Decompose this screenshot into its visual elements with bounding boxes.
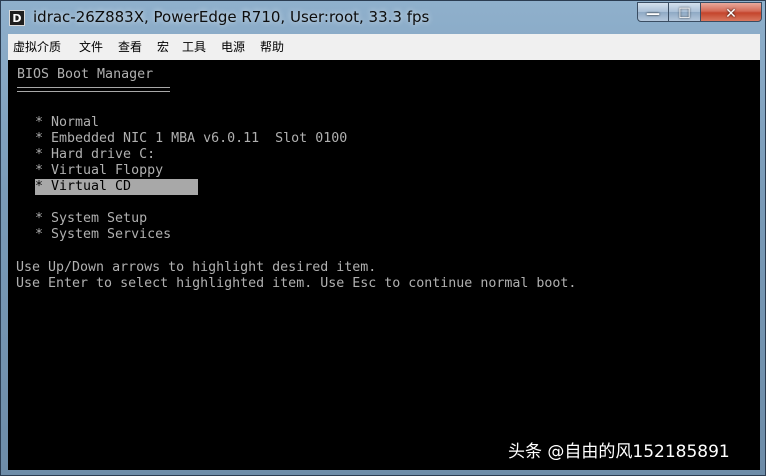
remote-console-screen[interactable]: BIOS Boot Manager * Normal * Embedded NI… <box>8 60 760 470</box>
menu-view[interactable]: 查看 <box>118 38 142 56</box>
title-bar[interactable]: D idrac-26Z883X, PowerEdge R710, User:ro… <box>1 1 765 33</box>
menu-file[interactable]: 文件 <box>79 38 103 56</box>
boot-item-system-services[interactable]: * System Services <box>35 227 171 243</box>
maximize-icon: ☐ <box>678 6 691 22</box>
close-button[interactable]: ✕ <box>700 2 762 22</box>
bios-boot-manager-header: BIOS Boot Manager <box>17 67 154 82</box>
window-title: idrac-26Z883X, PowerEdge R710, User:root… <box>33 8 430 26</box>
help-text-select: Use Enter to select highlighted item. Us… <box>16 276 577 291</box>
menu-virtual-media[interactable]: 虚拟介质 <box>13 38 61 56</box>
header-underline <box>17 87 170 92</box>
boot-item-hard-drive[interactable]: * Hard drive C: <box>35 147 155 163</box>
boot-item-embedded-nic[interactable]: * Embedded NIC 1 MBA v6.0.11 Slot 0100 <box>35 131 347 147</box>
idrac-console-window: D idrac-26Z883X, PowerEdge R710, User:ro… <box>0 0 766 476</box>
close-icon: ✕ <box>725 6 737 22</box>
watermark-text: 头条 @自由的风152185891 <box>508 442 730 462</box>
menu-macro[interactable]: 宏 <box>157 38 169 56</box>
menu-bar: 虚拟介质 文件 查看 宏 工具 电源 帮助 <box>8 34 760 61</box>
boot-item-system-setup[interactable]: * System Setup <box>35 211 147 227</box>
help-text-navigate: Use Up/Down arrows to highlight desired … <box>16 260 377 275</box>
menu-help[interactable]: 帮助 <box>260 38 284 56</box>
boot-item-virtual-cd-selected[interactable]: * Virtual CD <box>35 179 198 195</box>
minimize-button[interactable]: — <box>637 2 669 22</box>
app-icon: D <box>9 10 25 26</box>
minimize-icon: — <box>646 6 660 22</box>
maximize-button[interactable]: ☐ <box>668 2 701 22</box>
menu-power[interactable]: 电源 <box>221 38 245 56</box>
boot-item-normal[interactable]: * Normal <box>35 115 99 131</box>
menu-tools[interactable]: 工具 <box>182 38 206 56</box>
boot-item-virtual-floppy[interactable]: * Virtual Floppy <box>35 163 163 179</box>
